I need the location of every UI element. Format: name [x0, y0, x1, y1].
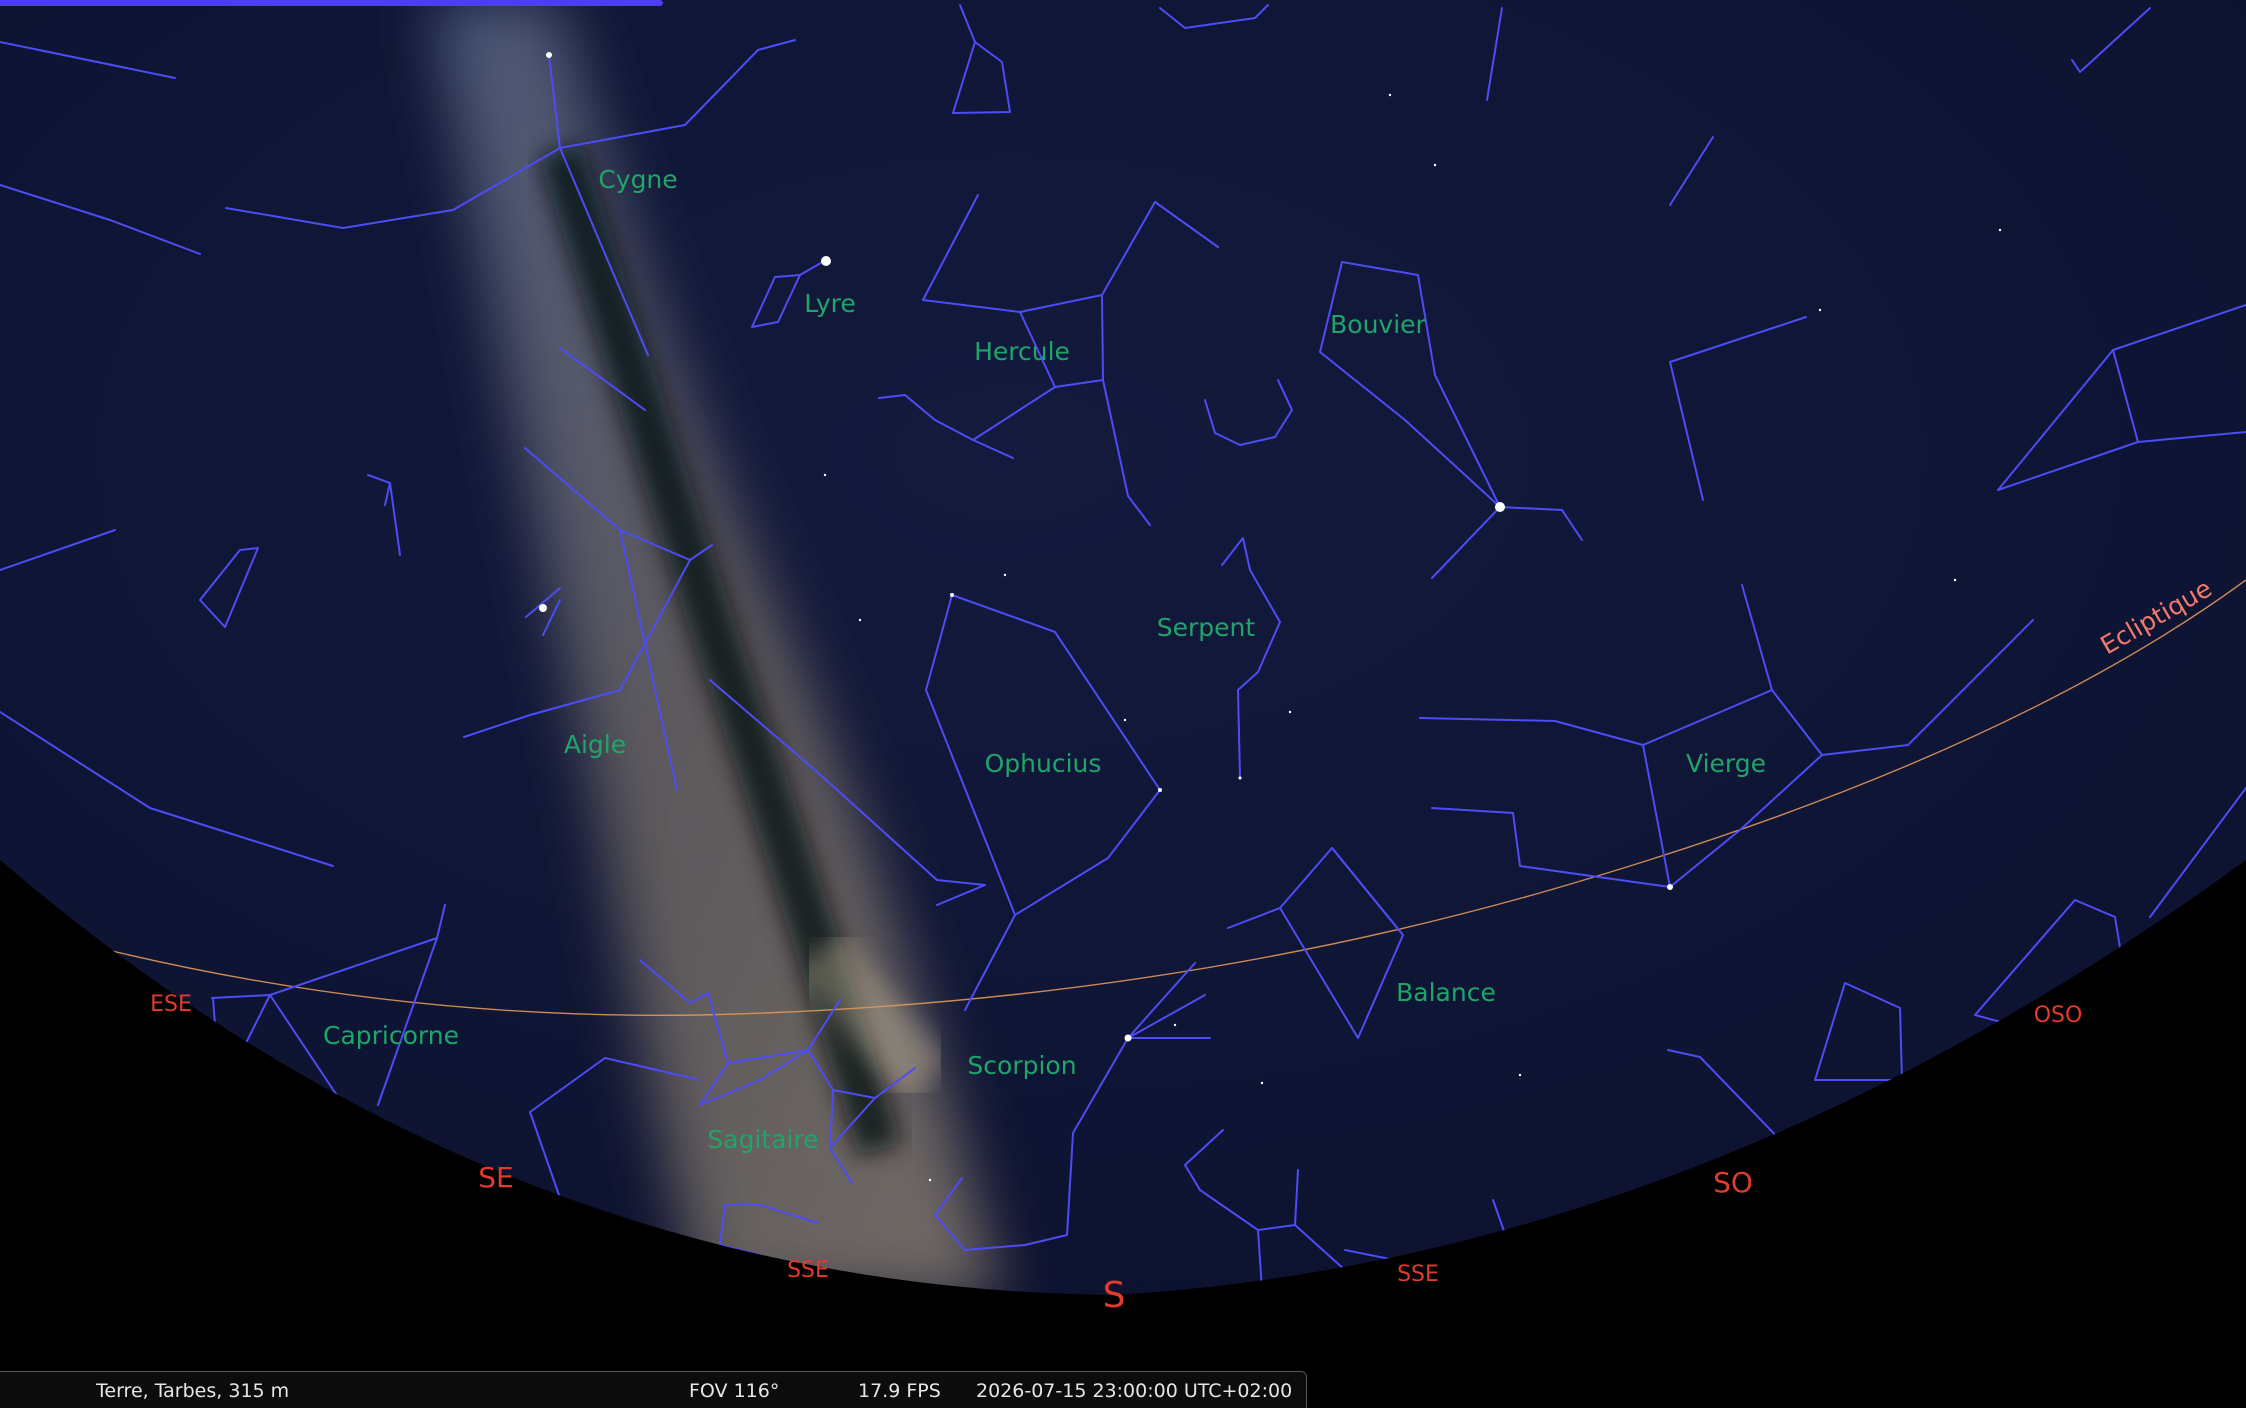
fps-readout: 17.9 FPS [858, 1380, 941, 1402]
label-aigle: Aigle [564, 730, 626, 759]
label-ophucius: Ophucius [985, 749, 1102, 778]
label-scorpion: Scorpion [967, 1051, 1076, 1080]
status-bar[interactable]: Terre, Tarbes, 315 m FOV 116° 17.9 FPS 2… [0, 1371, 1307, 1408]
cardinal-sse-left: SSE [787, 1258, 829, 1283]
cardinal-oso: OSO [2034, 1003, 2083, 1028]
label-hercule: Hercule [974, 337, 1070, 366]
cardinal-so: SO [1713, 1166, 1753, 1199]
cardinal-se: SE [478, 1161, 513, 1194]
fov-readout[interactable]: FOV 116° [689, 1380, 779, 1402]
datetime-readout[interactable]: 2026-07-15 23:00:00 UTC+02:00 [976, 1380, 1292, 1402]
sky-view[interactable]: Cygne Lyre Hercule Bouvier Aigle Serpent… [0, 0, 2246, 1407]
label-balance: Balance [1396, 978, 1496, 1007]
label-cygne: Cygne [598, 165, 677, 194]
label-bouvier: Bouvier [1330, 310, 1426, 339]
cardinal-s: S [1103, 1275, 1126, 1316]
cardinal-ese: ESE [150, 992, 192, 1017]
label-vierge: Vierge [1686, 749, 1766, 778]
label-sagitaire: Sagitaire [707, 1125, 818, 1154]
progress-bar [0, 0, 663, 6]
location-readout[interactable]: Terre, Tarbes, 315 m [96, 1380, 289, 1402]
label-serpent: Serpent [1157, 613, 1256, 642]
label-capricorne: Capricorne [323, 1021, 459, 1050]
label-lyre: Lyre [804, 289, 856, 318]
cardinal-sse-right: SSE [1397, 1262, 1439, 1287]
